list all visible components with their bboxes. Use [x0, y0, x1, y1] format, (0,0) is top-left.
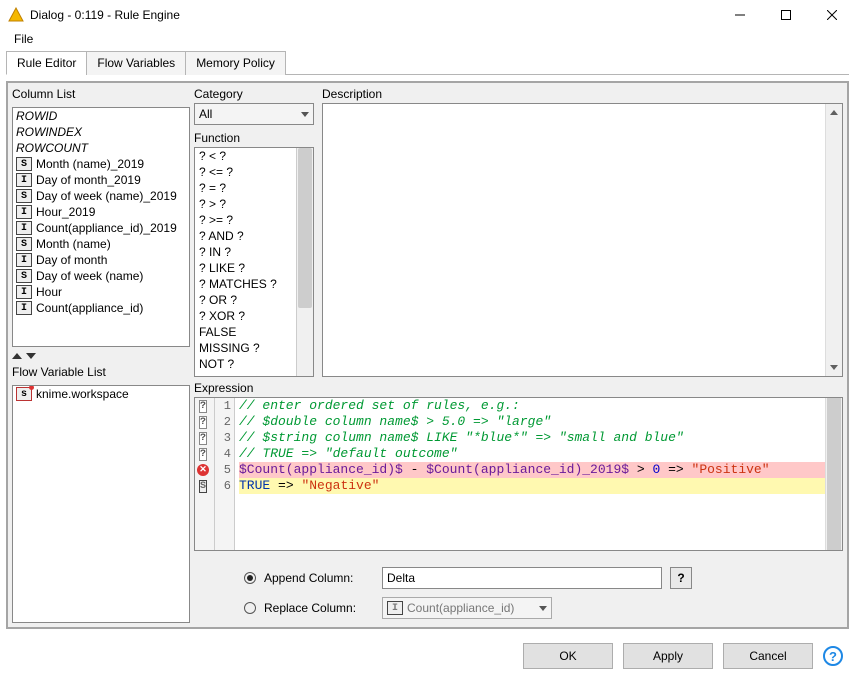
category-value: All [199, 107, 212, 121]
integer-type-icon: I [16, 253, 32, 267]
expand-up-icon [12, 353, 22, 359]
integer-type-icon: I [387, 601, 403, 615]
function-label: Function [194, 131, 314, 147]
error-icon: ✕ [197, 464, 209, 476]
info-icon: ? [199, 400, 207, 413]
scrollbar[interactable] [296, 148, 313, 376]
column-list-item[interactable]: ROWINDEX [13, 124, 189, 140]
tab-rule-editor[interactable]: Rule Editor [6, 51, 87, 75]
integer-type-icon: I [16, 301, 32, 315]
column-list-label: Column List [12, 87, 190, 103]
column-list-item[interactable]: SMonth (name)_2019 [13, 156, 189, 172]
column-list-item[interactable]: IHour_2019 [13, 204, 189, 220]
menu-file[interactable]: File [8, 30, 39, 48]
dialog-footer: OK Apply Cancel ? [0, 635, 855, 677]
column-list-item[interactable]: SDay of week (name) [13, 268, 189, 284]
apply-button[interactable]: Apply [623, 643, 713, 669]
column-list-item[interactable]: SDay of week (name)_2019 [13, 188, 189, 204]
description-label: Description [322, 87, 843, 103]
flow-variable-icon: s [16, 387, 32, 401]
replace-column-select: I Count(appliance_id) [382, 597, 552, 619]
flow-variable-list-label: Flow Variable List [12, 365, 190, 381]
category-label: Category [194, 87, 314, 103]
gutter-linenums: 123 456 [215, 398, 235, 550]
scroll-up-icon [830, 110, 838, 115]
splitter-handles[interactable] [12, 351, 190, 361]
append-column-input[interactable] [382, 567, 662, 589]
expression-label: Expression [194, 381, 843, 397]
info-icon: ? [199, 416, 207, 429]
append-column-label: Append Column: [264, 571, 374, 585]
main-panel: Column List ROWIDROWINDEXROWCOUNTSMonth … [6, 81, 849, 629]
window-title: Dialog - 0:119 - Rule Engine [30, 8, 717, 22]
menubar: File [0, 30, 855, 50]
flow-variable-list[interactable]: sknime.workspace [12, 385, 190, 623]
column-list-item[interactable]: ICount(appliance_id) [13, 300, 189, 316]
expand-down-icon [26, 353, 36, 359]
string-type-icon: S [16, 269, 32, 283]
integer-type-icon: I [16, 205, 32, 219]
gutter-icons: ? ? ? ? ✕ S [195, 398, 215, 550]
tab-flow-variables[interactable]: Flow Variables [86, 51, 186, 75]
string-type-icon: S [16, 189, 32, 203]
column-list-item[interactable]: ROWID [13, 108, 189, 124]
category-select[interactable]: All [194, 103, 314, 125]
string-type-icon: S [16, 157, 32, 171]
info-icon: ? [199, 448, 207, 461]
string-type-icon: S [199, 480, 207, 493]
column-list-item[interactable]: ICount(appliance_id)_2019 [13, 220, 189, 236]
integer-type-icon: I [16, 285, 32, 299]
titlebar: Dialog - 0:119 - Rule Engine [0, 0, 855, 30]
scrollbar[interactable] [825, 104, 842, 376]
info-icon: ? [199, 432, 207, 445]
scrollbar[interactable] [825, 398, 842, 550]
description-box [322, 103, 843, 377]
column-list-item[interactable]: IDay of month_2019 [13, 172, 189, 188]
integer-type-icon: I [16, 173, 32, 187]
maximize-button[interactable] [763, 0, 809, 30]
cancel-button[interactable]: Cancel [723, 643, 813, 669]
replace-column-radio[interactable] [244, 602, 256, 614]
help-icon[interactable]: ? [823, 646, 843, 666]
append-column-radio[interactable] [244, 572, 256, 584]
chevron-down-icon [301, 112, 309, 117]
ok-button[interactable]: OK [523, 643, 613, 669]
column-list[interactable]: ROWIDROWINDEXROWCOUNTSMonth (name)_2019I… [12, 107, 190, 347]
flow-variable-item[interactable]: sknime.workspace [13, 386, 189, 402]
close-button[interactable] [809, 0, 855, 30]
function-list[interactable]: ? < ?? <= ?? = ?? > ?? >= ?? AND ?? IN ?… [194, 147, 314, 377]
column-list-item[interactable]: IHour [13, 284, 189, 300]
column-list-item[interactable]: ROWCOUNT [13, 140, 189, 156]
code-content[interactable]: // enter ordered set of rules, e.g.: // … [235, 398, 842, 550]
column-list-item[interactable]: IDay of month [13, 252, 189, 268]
tab-bar: Rule Editor Flow Variables Memory Policy [6, 50, 849, 75]
chevron-down-icon [539, 606, 547, 611]
help-button[interactable]: ? [670, 567, 692, 589]
expression-editor[interactable]: ? ? ? ? ✕ S 123 456 // enter ordered set… [194, 397, 843, 551]
replace-column-label: Replace Column: [264, 601, 374, 615]
tab-memory-policy[interactable]: Memory Policy [185, 51, 286, 75]
minimize-button[interactable] [717, 0, 763, 30]
app-icon [8, 7, 24, 23]
string-type-icon: S [16, 237, 32, 251]
integer-type-icon: I [16, 221, 32, 235]
column-list-item[interactable]: SMonth (name) [13, 236, 189, 252]
scroll-down-icon [830, 365, 838, 370]
